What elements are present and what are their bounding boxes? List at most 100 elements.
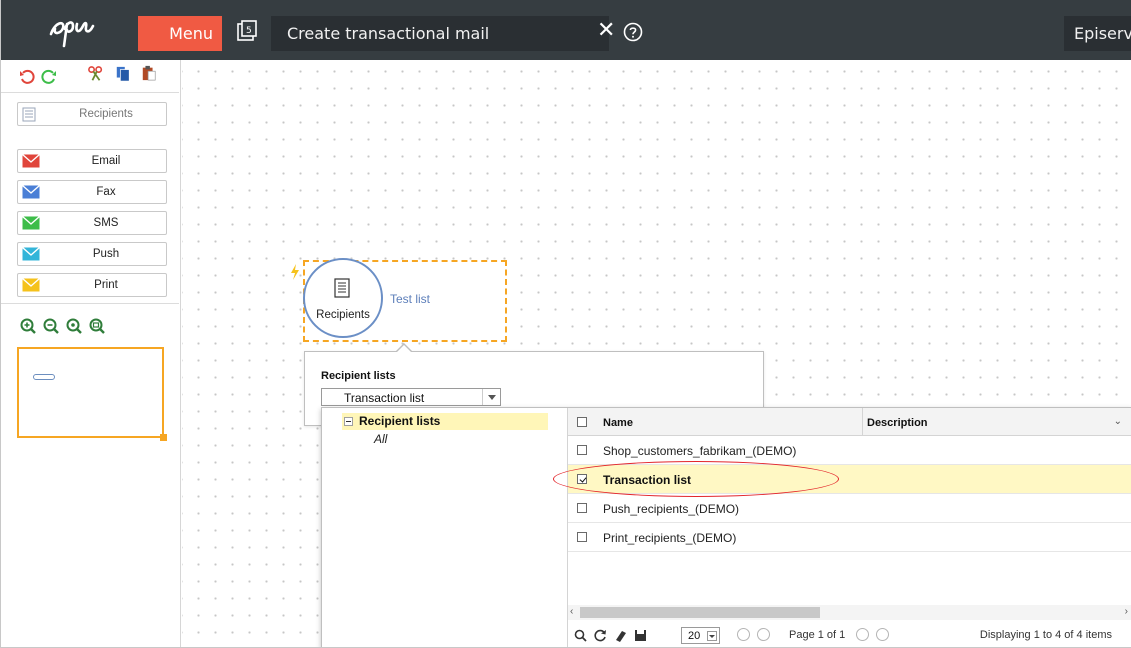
chevron-down-icon[interactable] — [482, 389, 500, 405]
popup-pointer-inner — [397, 345, 411, 352]
column-header-description[interactable]: Description — [867, 417, 928, 429]
scroll-thumb[interactable] — [580, 607, 820, 618]
row-checkbox[interactable] — [577, 445, 587, 455]
collapse-icon[interactable] — [344, 417, 353, 426]
recipient-list-select[interactable]: Transaction list — [321, 388, 501, 406]
page-title: Create transactional mail — [287, 24, 490, 43]
checkbox-icon — [577, 417, 587, 427]
chevron-down-icon — [707, 631, 717, 641]
envelope-icon — [22, 154, 40, 168]
menu-button[interactable]: Menu — [138, 16, 222, 51]
zoom-fit-icon[interactable] — [89, 318, 105, 334]
zoom-out-icon[interactable] — [43, 318, 59, 334]
previous-page-icon[interactable] — [757, 628, 770, 641]
checkbox-icon — [577, 503, 587, 513]
row-name: Print_recipients_(DEMO) — [603, 531, 737, 545]
recipient-list-link[interactable]: Test list — [390, 292, 430, 306]
zoom-in-icon[interactable] — [20, 318, 36, 334]
zoom-reset-icon[interactable] — [66, 318, 82, 334]
list-grid: Name Description ⌄ Shop_customers_fabrik… — [568, 408, 1131, 647]
popup-heading: Recipient lists — [321, 370, 396, 382]
envelope-icon — [22, 278, 40, 292]
scroll-left-icon[interactable]: ‹ — [570, 606, 573, 617]
checkbox-icon — [577, 445, 587, 455]
pagination-bar: 20 Page 1 of 1 Displaying 1 to 4 of 4 it… — [568, 622, 1131, 647]
node-label: Recipients — [316, 309, 370, 321]
help-icon[interactable] — [623, 22, 643, 42]
row-name: Shop_customers_fabrikam_(DEMO) — [603, 444, 797, 458]
row-checkbox[interactable] — [577, 503, 587, 513]
channel-button-print[interactable]: Print — [17, 273, 167, 297]
close-icon[interactable]: ✕ — [597, 20, 615, 42]
recipients-node-circle[interactable]: Recipients — [303, 258, 383, 338]
search-icon[interactable] — [574, 629, 587, 642]
select-value: Transaction list — [344, 391, 425, 405]
channel-button-sms[interactable]: SMS — [17, 211, 167, 235]
display-count: Displaying 1 to 4 of 4 items — [979, 629, 1112, 641]
folder-tree: Recipient lists All — [322, 408, 568, 647]
table-row[interactable]: Push_recipients_(DEMO) — [568, 494, 1131, 523]
cut-icon[interactable] — [87, 66, 105, 82]
tree-root-label: Recipient lists — [359, 414, 441, 428]
channel-label: SMS — [93, 217, 119, 229]
redo-icon[interactable] — [41, 68, 57, 84]
grid-header: Name Description ⌄ — [568, 408, 1131, 436]
page-size-select[interactable]: 20 — [681, 627, 720, 644]
channel-label: Fax — [96, 186, 116, 198]
row-name: Push_recipients_(DEMO) — [603, 502, 740, 516]
list-icon — [22, 107, 36, 122]
recipients-button[interactable]: Recipients — [17, 102, 167, 126]
top-bar: Menu 5 Create transactional mail ✕ Epise… — [1, 0, 1131, 60]
list-icon — [334, 278, 350, 298]
user-menu[interactable]: Episerver — [1064, 16, 1131, 51]
scroll-right-icon[interactable]: › — [1125, 606, 1128, 617]
column-menu-icon[interactable]: ⌄ — [1114, 416, 1122, 427]
table-row[interactable]: Print_recipients_(DEMO) — [568, 523, 1131, 552]
minimap[interactable] — [17, 347, 167, 441]
channel-label: Email — [91, 155, 121, 167]
envelope-icon — [22, 185, 40, 199]
channel-button-push[interactable]: Push — [17, 242, 167, 266]
column-header-name[interactable]: Name — [603, 417, 633, 429]
copy-icon[interactable] — [115, 66, 131, 82]
trigger-bolt-icon — [291, 264, 299, 280]
channel-button-fax[interactable]: Fax — [17, 180, 167, 204]
horizontal-scrollbar[interactable]: ‹ › — [568, 605, 1131, 620]
next-page-icon[interactable] — [856, 628, 869, 641]
channel-label: Push — [92, 248, 120, 260]
row-checkbox[interactable] — [577, 532, 587, 542]
select-all-checkbox[interactable] — [577, 417, 587, 427]
tree-root-item[interactable]: Recipient lists — [342, 413, 548, 430]
svg-text:5: 5 — [246, 26, 252, 36]
first-page-icon[interactable] — [737, 628, 750, 641]
paste-icon[interactable] — [141, 65, 157, 81]
minimap-node — [33, 374, 55, 380]
table-row[interactable]: Shop_customers_fabrikam_(DEMO) — [568, 436, 1131, 465]
channel-label: Print — [94, 279, 118, 291]
refresh-icon[interactable] — [594, 629, 607, 642]
page-title-box: Create transactional mail — [271, 16, 609, 51]
undo-icon[interactable] — [19, 68, 35, 84]
envelope-icon — [22, 216, 40, 230]
page-indicator: Page 1 of 1 — [789, 629, 846, 641]
episerver-logo[interactable] — [45, 8, 131, 52]
column-divider — [862, 408, 863, 436]
last-page-icon[interactable] — [876, 628, 889, 641]
recipients-label: Recipients — [79, 108, 133, 120]
save-icon[interactable] — [634, 629, 647, 642]
separator — [1, 303, 179, 304]
checkbox-icon — [577, 532, 587, 542]
separator — [1, 92, 179, 93]
highlight-annotation — [553, 461, 839, 497]
tree-child-item[interactable]: All — [374, 432, 387, 446]
app-window: Menu 5 Create transactional mail ✕ Epise… — [0, 0, 1131, 648]
channel-button-email[interactable]: Email — [17, 149, 167, 173]
sidebar: Recipients Email Fax SMS Push Print — [1, 60, 181, 647]
document-icon[interactable]: 5 — [236, 20, 258, 42]
user-label: Episerver — [1074, 24, 1131, 43]
eraser-icon[interactable] — [614, 629, 627, 642]
page-size-value: 20 — [688, 630, 701, 642]
recipient-list-dropdown: Recipient lists All Name Description ⌄ S… — [321, 407, 1131, 647]
envelope-icon — [22, 247, 40, 261]
minimap-resize-handle[interactable] — [160, 434, 167, 441]
